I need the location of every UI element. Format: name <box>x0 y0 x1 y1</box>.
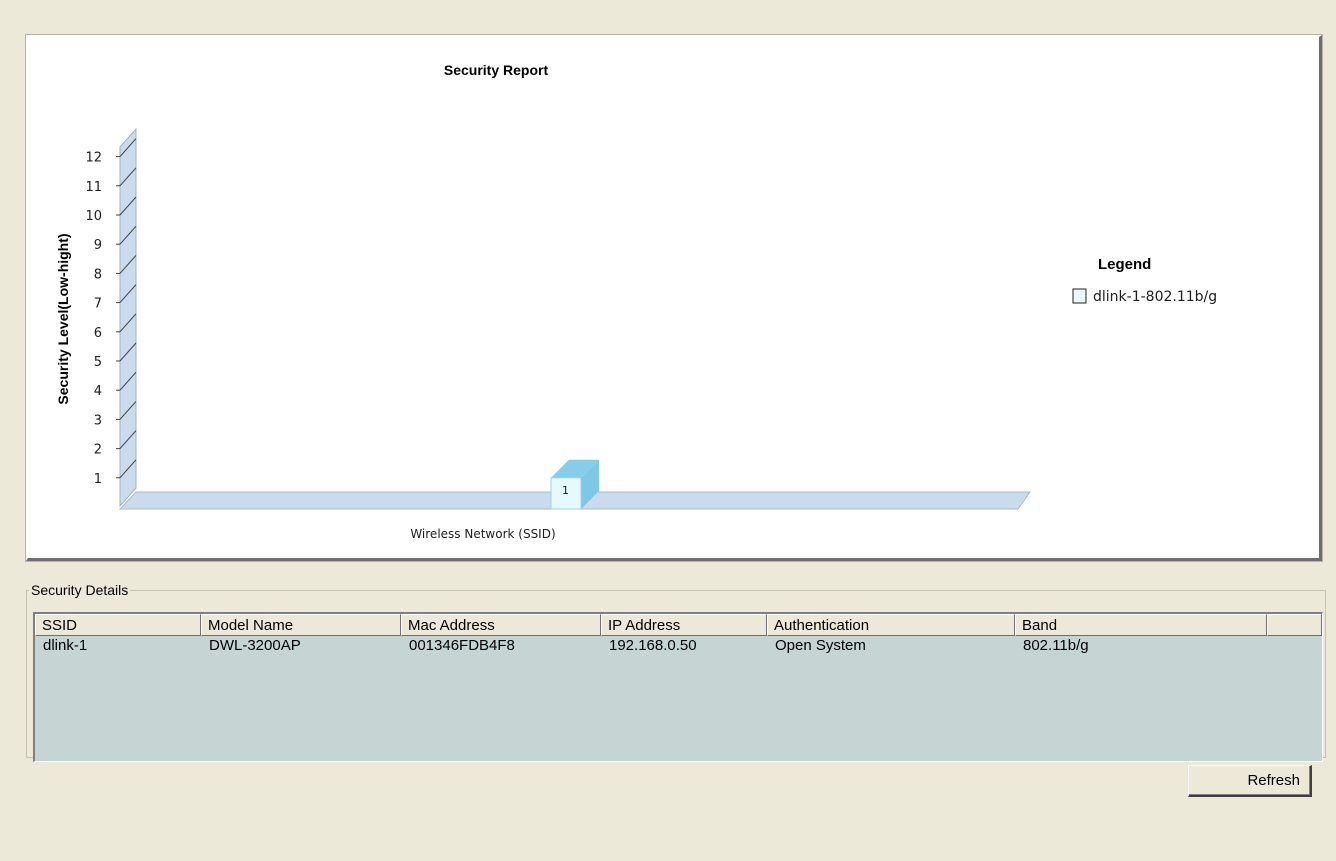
cell-authentication: Open System <box>775 637 866 654</box>
cell-mac-address: 001346FDB4F8 <box>409 637 515 654</box>
y-tick-label: 11 <box>85 180 102 195</box>
y-axis-label: Security Level(Low-hight) <box>55 233 71 404</box>
y-tick-label: 4 <box>94 384 102 399</box>
y-tick-label: 5 <box>94 355 102 370</box>
security-details-label: Security Details <box>31 582 129 598</box>
cell-ssid: dlink-1 <box>43 637 88 654</box>
column-header-mac-address[interactable]: Mac Address <box>401 614 601 636</box>
refresh-button[interactable]: Refresh <box>1188 765 1312 797</box>
bar-data-label: 1 <box>562 484 569 497</box>
security-details-group: Security Details SSID Model Name Mac Add… <box>26 582 1326 762</box>
legend-title: Legend <box>1098 256 1151 273</box>
y-tick-label: 3 <box>94 413 102 428</box>
security-details-table[interactable]: SSID Model Name Mac Address IP Address A… <box>33 612 1323 762</box>
y-tick-label: 10 <box>85 209 102 224</box>
y-tick-label: 7 <box>94 297 102 312</box>
x-axis-label: Wireless Network (SSID) <box>410 527 555 541</box>
y-tick-label: 12 <box>85 151 102 166</box>
legend-item-label: dlink-1-802.11b/g <box>1093 289 1217 305</box>
chart-panel: Security Report Security Level(Low-hight… <box>26 35 1322 561</box>
column-header-band[interactable]: Band <box>1015 614 1267 636</box>
legend-swatch <box>1072 288 1087 304</box>
y-tick-label: 9 <box>94 238 102 253</box>
y-tick-label: 2 <box>94 443 102 458</box>
chart-title: Security Report <box>444 62 549 78</box>
cell-ip-address: 192.168.0.50 <box>609 637 697 654</box>
y-tick-label: 1 <box>94 472 102 487</box>
column-header-filler <box>1267 614 1322 636</box>
y-tick-label: 6 <box>94 326 102 341</box>
chart-back-wall <box>119 127 137 508</box>
y-tick-label: 8 <box>94 267 102 282</box>
cell-model-name: DWL-3200AP <box>209 637 301 654</box>
column-header-model-name[interactable]: Model Name <box>201 614 401 636</box>
cell-band: 802.11b/g <box>1023 637 1089 654</box>
table-header: SSID Model Name Mac Address IP Address A… <box>35 614 1322 636</box>
legend: dlink-1-802.11b/g <box>1072 288 1217 305</box>
security-report-chart: Security Report Security Level(Low-hight… <box>55 62 1217 541</box>
column-header-ip-address[interactable]: IP Address <box>601 614 767 636</box>
column-header-ssid[interactable]: SSID <box>35 614 201 636</box>
column-header-authentication[interactable]: Authentication <box>767 614 1015 636</box>
table-row[interactable]: dlink-1 DWL-3200AP 001346FDB4F8 192.168.… <box>35 636 1322 658</box>
